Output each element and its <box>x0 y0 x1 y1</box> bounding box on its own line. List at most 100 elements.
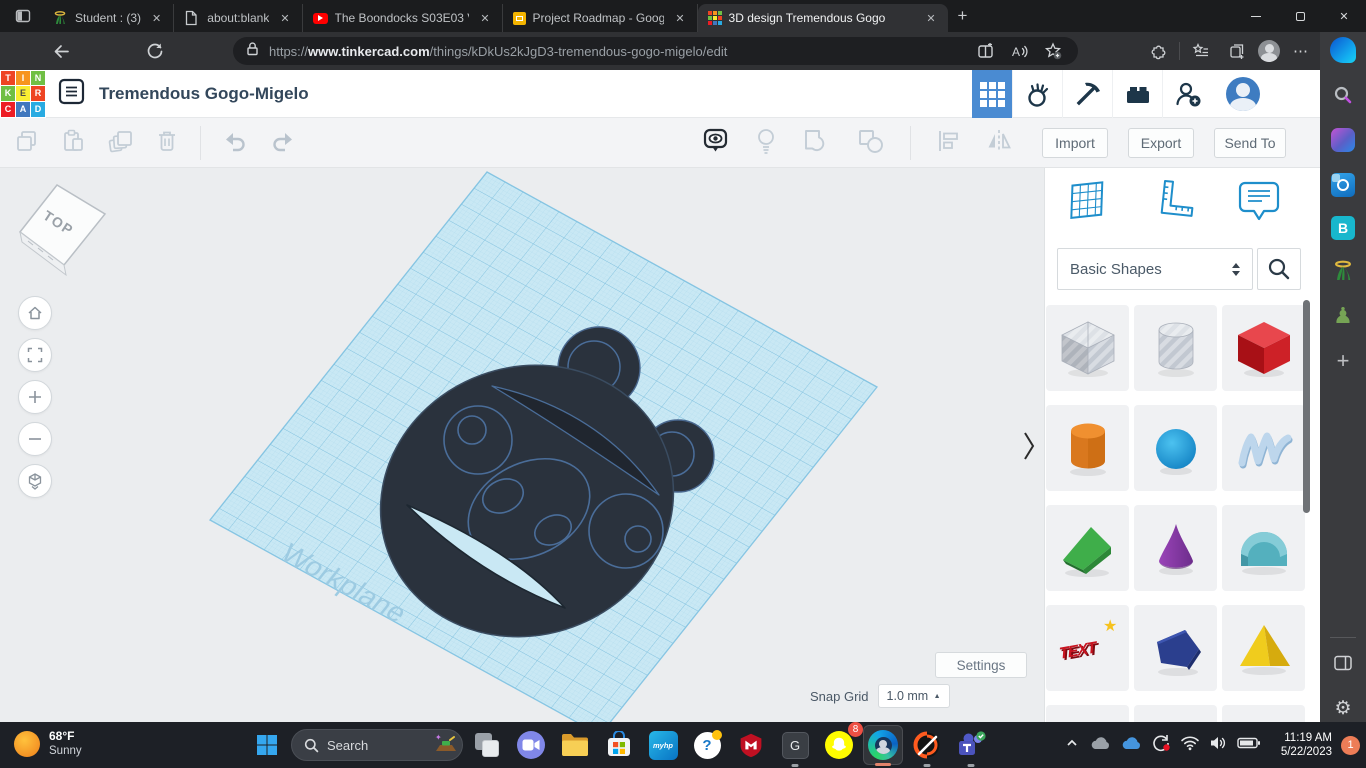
sim-lab-icon[interactable] <box>1012 70 1062 118</box>
task-view-icon[interactable] <box>467 725 507 765</box>
shape-box-hole[interactable] <box>1046 305 1129 391</box>
tab-close-button[interactable]: ✕ <box>276 10 293 27</box>
window-maximize-button[interactable] <box>1278 0 1322 32</box>
browser-tab[interactable]: The Boondocks S03E03 Vostfr ✕ <box>303 4 503 32</box>
onedrive-personal-icon[interactable] <box>1089 735 1111 756</box>
shape-round-roof[interactable] <box>1222 505 1305 591</box>
shape-sphere[interactable] <box>1134 405 1217 491</box>
delete-icon[interactable] <box>154 128 180 159</box>
shape-roof[interactable] <box>1046 505 1129 591</box>
light-bulb-icon[interactable] <box>754 127 778 160</box>
shape-card[interactable] <box>1222 705 1305 722</box>
copilot-icon[interactable] <box>1329 36 1357 64</box>
browser-tab[interactable]: Project Roadmap - Google Sli ✕ <box>503 4 698 32</box>
url-text[interactable]: https://www.tinkercad.com/things/kDkUs2k… <box>269 44 961 59</box>
browser-tab[interactable]: Student : (3) ✕ <box>42 4 175 32</box>
browser-tab[interactable]: about:blank ✕ <box>174 4 303 32</box>
notification-badge[interactable]: 1 <box>1341 735 1360 755</box>
shape-polygon[interactable] <box>1134 605 1217 691</box>
search-highlight-image[interactable]: ✦ <box>433 731 459 760</box>
shape-cylinder-hole[interactable] <box>1134 305 1217 391</box>
shape-card[interactable] <box>1134 705 1217 722</box>
window-minimize-button[interactable] <box>1234 0 1278 32</box>
shape-category-select[interactable]: Basic Shapes <box>1057 248 1253 290</box>
opera-gx-icon[interactable] <box>907 725 947 767</box>
outlook-icon[interactable] <box>1329 171 1357 199</box>
lock-icon[interactable] <box>245 41 260 62</box>
myhp-icon[interactable]: myhp <box>643 725 683 765</box>
back-icon[interactable] <box>46 36 76 66</box>
new-tab-button[interactable]: + <box>958 6 968 26</box>
add-favorite-icon[interactable] <box>1038 36 1068 66</box>
tab-close-button[interactable]: ✕ <box>671 10 688 27</box>
shape-search-button[interactable] <box>1257 248 1301 290</box>
student-portal-icon[interactable] <box>1329 257 1357 285</box>
import-button[interactable]: Import <box>1042 128 1108 158</box>
file-explorer-icon[interactable] <box>555 725 595 765</box>
brick-icon[interactable] <box>1112 70 1162 118</box>
shape-box[interactable] <box>1222 305 1305 391</box>
clock[interactable]: 11:19 AM 5/22/2023 <box>1270 731 1332 759</box>
chess-icon[interactable]: ♟ <box>1329 302 1357 330</box>
ungroup-icon[interactable] <box>856 127 886 160</box>
design-title[interactable]: Tremendous Gogo-Migelo <box>99 84 309 104</box>
address-bar[interactable]: https://www.tinkercad.com/things/kDkUs2k… <box>233 37 1078 65</box>
g-app-icon[interactable]: G <box>775 725 815 767</box>
duplicate-icon[interactable] <box>106 128 134 159</box>
snap-grid-dropdown[interactable]: 1.0 mm ▲ <box>877 684 950 708</box>
read-aloud-icon[interactable]: A <box>1004 36 1034 66</box>
window-close-button[interactable]: ✕ <box>1322 0 1366 32</box>
snapchat-icon[interactable]: 8 <box>819 722 863 765</box>
shape-pyramid[interactable] <box>1222 605 1305 691</box>
favorites-bar-icon[interactable] <box>1186 36 1216 66</box>
split-screen-icon[interactable] <box>970 36 1000 66</box>
home-view-button[interactable] <box>18 296 52 330</box>
hp-support-icon[interactable]: ? <box>687 725 727 765</box>
mcafee-icon[interactable] <box>731 725 771 765</box>
sidebar-panel-icon[interactable] <box>1329 649 1357 677</box>
sidebar-search-icon[interactable] <box>1329 81 1357 109</box>
invite-icon[interactable] <box>1162 70 1212 118</box>
panel-collapse-chevron[interactable] <box>1022 430 1036 467</box>
fit-view-button[interactable] <box>18 338 52 372</box>
chat-icon[interactable] <box>511 725 551 765</box>
copy-icon[interactable] <box>14 128 40 159</box>
microsoft-store-icon[interactable] <box>599 725 639 765</box>
browser-settings-more-icon[interactable]: ⋯ <box>1286 36 1316 66</box>
send-to-button[interactable]: Send To <box>1214 128 1286 158</box>
sidebar-settings-icon[interactable]: ⚙ <box>1329 694 1357 722</box>
zoom-out-button[interactable] <box>18 422 52 456</box>
battery-icon[interactable] <box>1237 736 1261 755</box>
group-icon[interactable] <box>802 127 832 160</box>
paste-icon[interactable] <box>60 128 86 159</box>
tab-close-button[interactable]: ✕ <box>148 10 165 27</box>
visibility-icon[interactable] <box>702 127 730 160</box>
bakalari-icon[interactable]: B <box>1331 216 1355 240</box>
onedrive-business-icon[interactable] <box>1120 735 1142 756</box>
shape-text[interactable]: ★ TEXT TEXT <box>1046 605 1129 691</box>
update-restart-icon[interactable] <box>1151 733 1171 758</box>
edge-taskbar-icon[interactable] <box>863 725 903 766</box>
ruler-tool-icon[interactable] <box>1151 178 1197 229</box>
zoom-in-button[interactable] <box>18 380 52 414</box>
notes-tool-icon[interactable] <box>1237 178 1281 229</box>
redo-icon[interactable] <box>269 129 297 158</box>
workplane-tool-icon[interactable] <box>1065 178 1111 229</box>
volume-icon[interactable] <box>1209 735 1228 756</box>
shape-scribble[interactable] <box>1222 405 1305 491</box>
minecraft-pickaxe-icon[interactable] <box>1062 70 1112 118</box>
weather-widget[interactable]: 68°F Sunny <box>14 729 82 759</box>
shape-cylinder[interactable] <box>1046 405 1129 491</box>
mirror-icon[interactable] <box>985 128 1013 159</box>
microsoft-365-icon[interactable] <box>1329 126 1357 154</box>
sidebar-add-icon[interactable]: + <box>1329 347 1357 375</box>
extensions-icon[interactable] <box>1143 36 1173 66</box>
refresh-icon[interactable] <box>140 36 170 66</box>
start-button[interactable] <box>247 725 287 765</box>
tab-close-button[interactable]: ✕ <box>922 10 939 27</box>
view-cube[interactable]: TOP <box>18 184 107 277</box>
account-avatar[interactable] <box>1212 70 1274 118</box>
panel-scrollbar[interactable] <box>1303 300 1310 513</box>
teams-icon[interactable] <box>951 725 991 767</box>
align-icon[interactable] <box>935 128 961 159</box>
